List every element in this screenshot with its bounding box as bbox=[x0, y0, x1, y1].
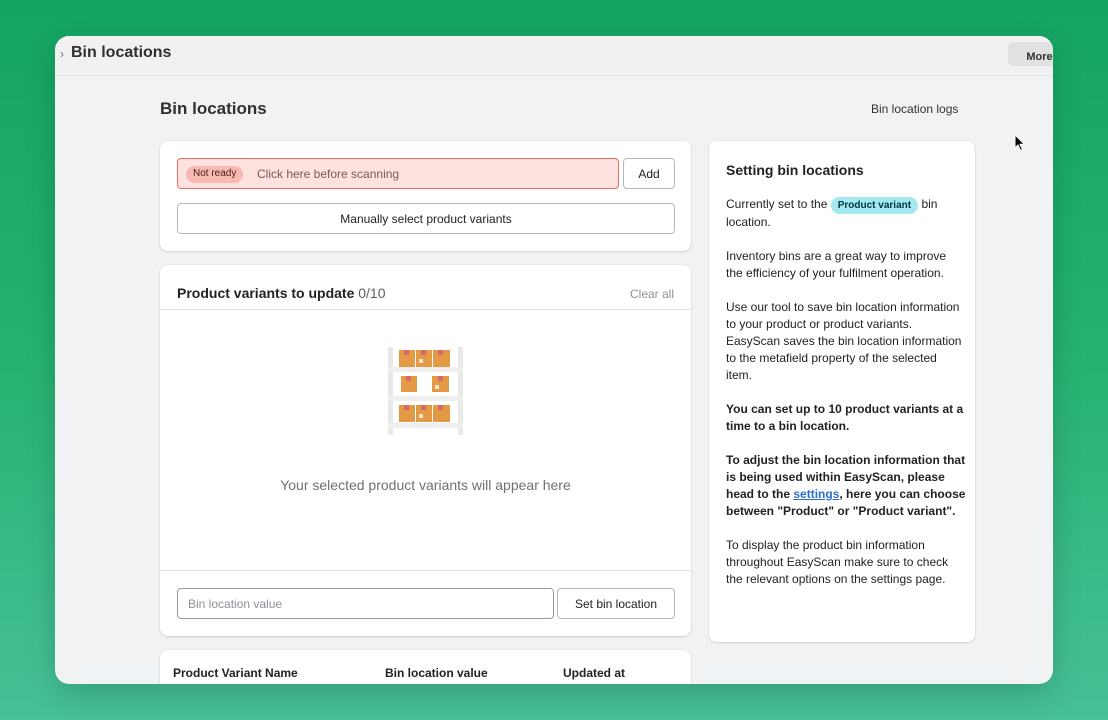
bin-locations-table: Product Variant Name Bin location value … bbox=[160, 650, 691, 684]
help-text-bold: To adjust the bin location information t… bbox=[726, 453, 965, 518]
settings-link[interactable]: settings bbox=[793, 487, 839, 501]
more-label: More bbox=[1026, 50, 1053, 63]
column-header-bin-value[interactable]: Bin location value bbox=[385, 666, 488, 680]
manual-select-button[interactable]: Manually select product variants bbox=[177, 203, 675, 234]
variants-card: Product variants to update 0/10 Clear al… bbox=[160, 265, 691, 636]
mouse-cursor-icon bbox=[1014, 134, 1026, 152]
help-body: Currently set to the Product variant bin… bbox=[726, 196, 966, 605]
status-badge: Not ready bbox=[186, 166, 244, 183]
chevron-right-icon[interactable]: › bbox=[60, 47, 64, 61]
scan-input[interactable]: Not ready Click here before scanning bbox=[177, 158, 619, 189]
help-paragraph: Use our tool to save bin location inform… bbox=[726, 300, 962, 382]
divider bbox=[160, 309, 691, 310]
scan-card: Not ready Click here before scanning Add… bbox=[160, 141, 691, 251]
empty-state-text: Your selected product variants will appe… bbox=[280, 477, 571, 493]
app-topbar: › Bin locations More▾ bbox=[55, 36, 1053, 76]
set-bin-location-button[interactable]: Set bin location bbox=[557, 588, 675, 619]
clear-all-button[interactable]: Clear all bbox=[630, 287, 674, 301]
help-text: Currently set to the bbox=[726, 197, 828, 211]
warehouse-shelf-icon bbox=[388, 347, 463, 435]
variants-count: 0/10 bbox=[358, 285, 386, 301]
help-paragraph-bold: You can set up to 10 product variants at… bbox=[726, 401, 966, 435]
variants-title: Product variants to update bbox=[177, 285, 355, 301]
variants-heading: Product variants to update 0/10 bbox=[177, 285, 386, 301]
bin-location-input[interactable] bbox=[177, 588, 554, 619]
add-button[interactable]: Add bbox=[623, 158, 675, 189]
help-text: You can set up to 10 product variants at… bbox=[726, 402, 964, 433]
page-title: Bin locations bbox=[160, 99, 267, 118]
help-paragraph: Currently set to the Product variant bin… bbox=[726, 196, 966, 231]
help-card: Setting bin locations Currently set to t… bbox=[709, 141, 975, 642]
app-title: Bin locations bbox=[71, 44, 172, 61]
help-paragraph-bold: To adjust the bin location information t… bbox=[726, 452, 966, 520]
app-window: › Bin locations More▾ Bin locations Bin … bbox=[55, 36, 1053, 684]
help-paragraph: To display the product bin information t… bbox=[726, 538, 949, 586]
product-variant-badge: Product variant bbox=[830, 197, 919, 214]
scan-placeholder: Click here before scanning bbox=[257, 167, 400, 181]
bin-location-logs-link[interactable]: Bin location logs bbox=[871, 102, 958, 116]
column-header-variant-name[interactable]: Product Variant Name bbox=[173, 666, 298, 680]
help-paragraph: Inventory bins are a great way to improv… bbox=[726, 249, 947, 280]
help-title: Setting bin locations bbox=[726, 162, 864, 178]
more-button[interactable]: More▾ bbox=[1008, 42, 1053, 66]
column-header-updated-at[interactable]: Updated at bbox=[563, 666, 625, 680]
divider bbox=[160, 570, 691, 571]
